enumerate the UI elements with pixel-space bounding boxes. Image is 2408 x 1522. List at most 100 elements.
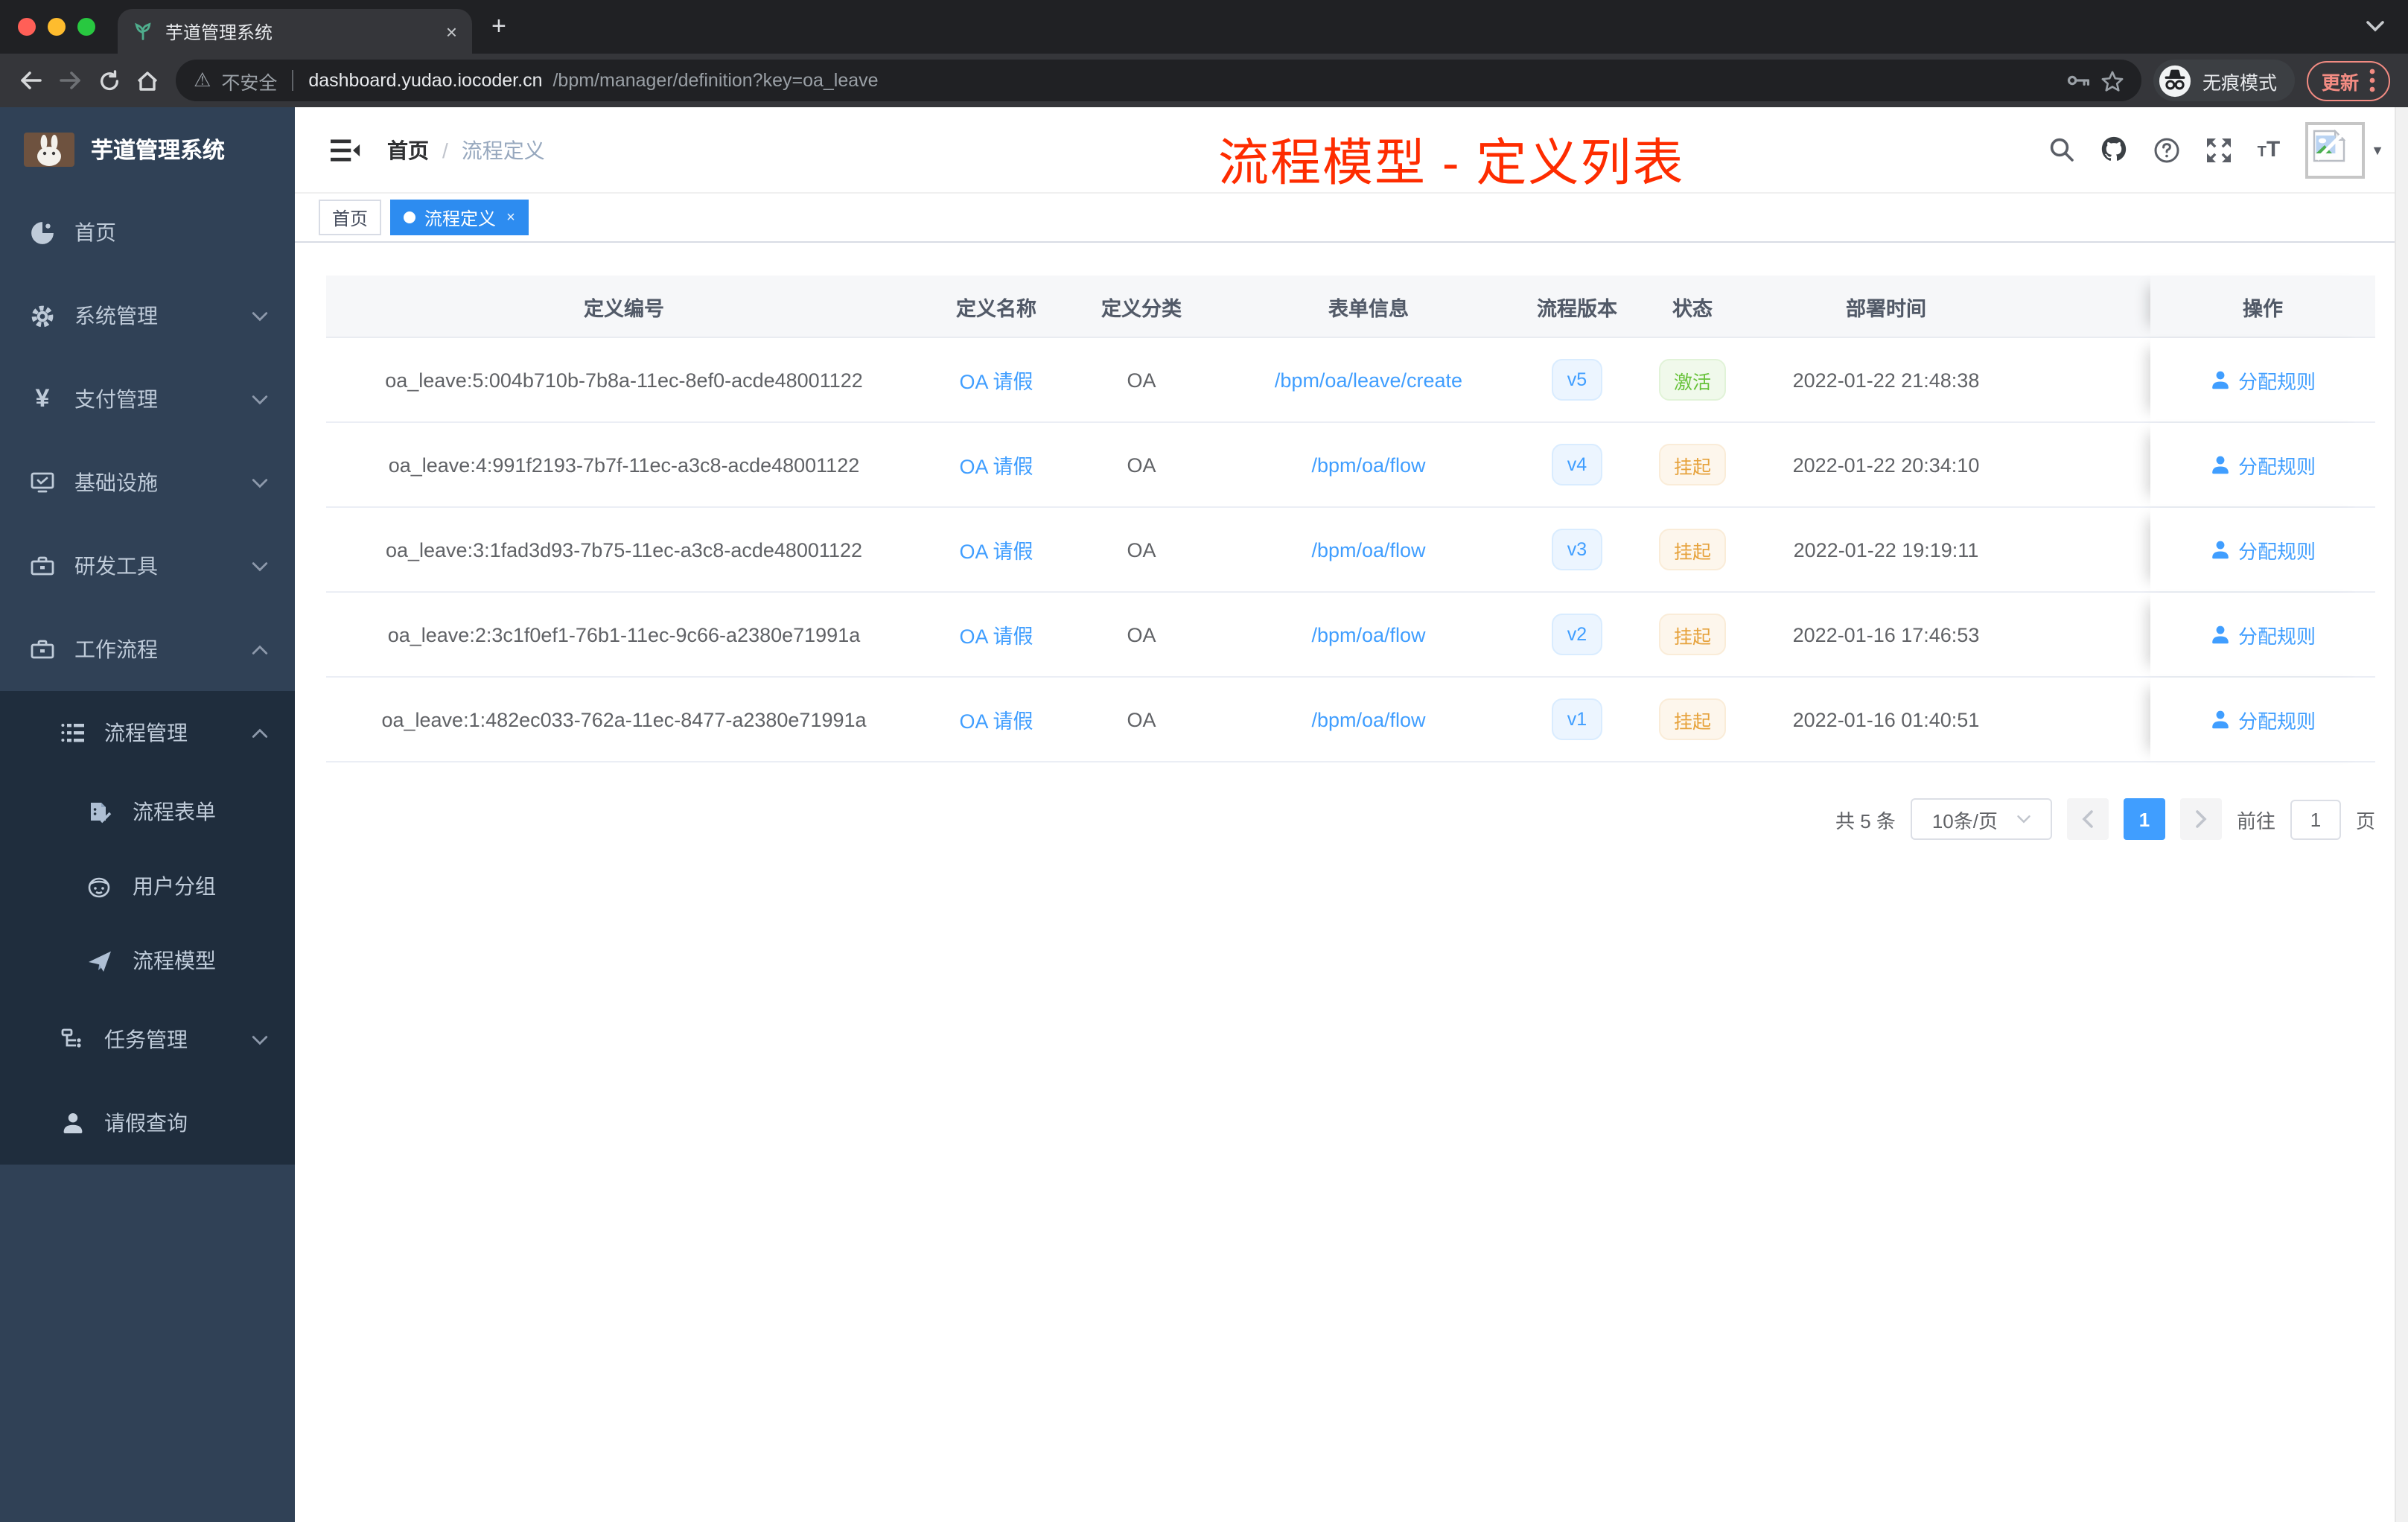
fullscreen-icon[interactable] — [2205, 136, 2232, 163]
definition-name-link[interactable]: OA 请假 — [959, 704, 1033, 734]
sidebar-item-label: 请假查询 — [104, 1111, 188, 1135]
process-version-cell: v5 — [1525, 338, 1629, 421]
action-cell: 分配规则 — [2150, 678, 2375, 761]
key-icon[interactable] — [2067, 73, 2091, 88]
sidebar-item-label: 支付管理 — [74, 387, 158, 411]
chevron-down-icon — [252, 394, 268, 404]
sidebar-item-user-group[interactable]: 用户分组 — [0, 849, 295, 923]
sidebar-item-label: 流程管理 — [104, 721, 188, 745]
filler-cell — [2016, 678, 2150, 761]
sidebar-item-payment[interactable]: ¥ 支付管理 — [0, 357, 295, 441]
assign-rule-label: 分配规则 — [2237, 370, 2316, 392]
close-window-button[interactable] — [18, 18, 36, 36]
assign-rule-link[interactable]: 分配规则 — [2210, 620, 2316, 649]
form-info-cell: /bpm/oa/flow — [1212, 508, 1525, 591]
browser-menu-kebab-icon[interactable] — [2369, 69, 2375, 92]
sidebar-item-process-mgmt[interactable]: 流程管理 — [0, 691, 295, 774]
new-tab-button[interactable]: + — [491, 12, 506, 42]
tab-close-icon[interactable]: × — [446, 20, 457, 42]
form-info-link[interactable]: /bpm/oa/flow — [1311, 538, 1425, 561]
form-info-cell: /bpm/oa/leave/create — [1212, 338, 1525, 421]
sidebar-item-label: 用户分组 — [133, 874, 216, 898]
browser-update-button[interactable]: 更新 — [2306, 60, 2390, 101]
window-controls — [18, 18, 95, 36]
form-info-link[interactable]: /bpm/oa/flow — [1311, 708, 1425, 730]
tag-close-icon[interactable]: × — [506, 209, 515, 226]
page-1-button[interactable]: 1 — [2123, 798, 2165, 840]
sidebar-item-label: 工作流程 — [74, 637, 158, 661]
sidebar-collapse-icon[interactable] — [331, 136, 360, 163]
definition-name-link[interactable]: OA 请假 — [959, 620, 1033, 649]
status-badge: 挂起 — [1658, 529, 1726, 570]
sidebar-item-label: 流程表单 — [133, 800, 216, 824]
chevron-down-icon — [252, 561, 268, 571]
robot-face-icon — [86, 875, 112, 897]
definition-name-link[interactable]: OA 请假 — [959, 365, 1033, 395]
sidebar-brand: 芋道管理系统 — [0, 107, 295, 191]
sidebar-item-task-mgmt[interactable]: 任务管理 — [0, 998, 295, 1081]
assign-rule-link[interactable]: 分配规则 — [2210, 450, 2316, 479]
search-icon[interactable] — [2049, 137, 2074, 162]
breadcrumb-home[interactable]: 首页 — [387, 135, 429, 165]
assign-rule-link[interactable]: 分配规则 — [2210, 366, 2316, 394]
user-menu[interactable]: ▼ — [2305, 121, 2384, 178]
font-size-icon[interactable]: TT — [2258, 137, 2281, 162]
version-badge: v5 — [1552, 359, 1602, 401]
github-icon[interactable] — [2100, 136, 2128, 164]
bookmark-star-icon[interactable] — [2101, 69, 2124, 92]
definition-name-link[interactable]: OA 请假 — [959, 535, 1033, 564]
sidebar-item-label: 基础设施 — [74, 471, 158, 494]
tag-home[interactable]: 首页 — [319, 200, 382, 235]
page-scrollbar[interactable] — [2395, 107, 2408, 1522]
zoom-window-button[interactable] — [77, 18, 95, 36]
browser-tab[interactable]: 芋道管理系统 × — [118, 9, 472, 54]
table-row: oa_leave:2:3c1f0ef1-76b1-11ec-9c66-a2380… — [326, 593, 2375, 678]
chevron-down-icon — [2016, 815, 2030, 824]
sidebar-item-label: 首页 — [74, 220, 116, 244]
sidebar-item-devtools[interactable]: 研发工具 — [0, 524, 295, 608]
definition-name-link[interactable]: OA 请假 — [959, 450, 1033, 480]
sidebar-item-label: 任务管理 — [104, 1028, 188, 1051]
deploy-time-cell: 2022-01-22 21:48:38 — [1792, 369, 1980, 391]
sidebar-item-process-model[interactable]: 流程模型 — [0, 923, 295, 998]
status-badge: 激活 — [1658, 359, 1726, 401]
sidebar: 芋道管理系统 首页 系统管理 ¥ 支付管理 基础设施 研发工具 工作流程 流程管… — [0, 107, 295, 1522]
sidebar-item-leave-query[interactable]: 请假查询 — [0, 1081, 295, 1165]
sidebar-item-system[interactable]: 系统管理 — [0, 274, 295, 357]
action-cell: 分配规则 — [2150, 593, 2375, 676]
help-icon[interactable] — [2153, 136, 2180, 163]
deploy-time-cell: 2022-01-22 19:19:11 — [1793, 538, 1979, 561]
url-path: /bpm/manager/definition?key=oa_leave — [552, 70, 879, 91]
page-size-select[interactable]: 10条/页 — [1910, 798, 2052, 840]
update-label: 更新 — [2321, 72, 2359, 93]
forward-button[interactable] — [51, 61, 89, 100]
table-row: oa_leave:5:004b710b-7b8a-11ec-8ef0-acde4… — [326, 338, 2375, 423]
form-info-link[interactable]: /bpm/oa/flow — [1311, 453, 1425, 476]
assign-rule-link[interactable]: 分配规则 — [2210, 535, 2316, 564]
assign-rule-link[interactable]: 分配规则 — [2210, 705, 2316, 733]
tag-process-definition[interactable]: 流程定义 × — [390, 200, 529, 235]
favicon-plant-icon — [133, 21, 153, 42]
status-cell: 挂起 — [1629, 508, 1756, 591]
assign-rule-label: 分配规则 — [2237, 710, 2316, 732]
sidebar-item-process-form[interactable]: 流程表单 — [0, 774, 295, 849]
back-button[interactable] — [12, 61, 51, 100]
avatar[interactable] — [2305, 121, 2366, 178]
sidebar-item-home[interactable]: 首页 — [0, 191, 295, 274]
form-info-link[interactable]: /bpm/oa/leave/create — [1275, 369, 1462, 391]
sidebar-item-label: 研发工具 — [74, 554, 158, 578]
goto-page-input[interactable] — [2290, 799, 2341, 839]
next-page-button[interactable] — [2179, 798, 2222, 840]
sidebar-item-workflow[interactable]: 工作流程 — [0, 608, 295, 691]
tab-search-chevron-icon[interactable] — [2366, 21, 2384, 33]
definition-id-cell: oa_leave:5:004b710b-7b8a-11ec-8ef0-acde4… — [385, 369, 863, 391]
reload-button[interactable] — [89, 61, 128, 100]
minimize-window-button[interactable] — [48, 18, 66, 36]
address-bar[interactable]: ⚠ 不安全 dashboard.yudao.iocoder.cn/bpm/man… — [176, 60, 2141, 101]
action-cell: 分配规则 — [2150, 423, 2375, 506]
prev-page-button[interactable] — [2066, 798, 2109, 840]
definition-category-cell: OA — [1127, 623, 1156, 646]
form-info-link[interactable]: /bpm/oa/flow — [1311, 623, 1425, 646]
home-button[interactable] — [128, 61, 167, 100]
sidebar-item-infra[interactable]: 基础设施 — [0, 441, 295, 524]
